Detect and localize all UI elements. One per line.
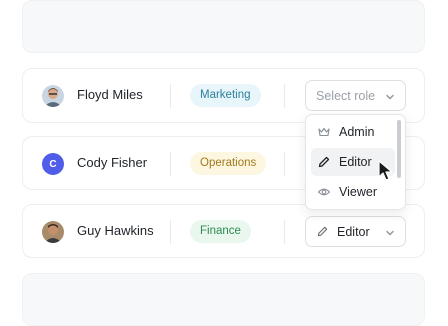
divider — [170, 220, 171, 244]
role-select[interactable]: Editor — [305, 216, 406, 247]
department-badge: Operations — [190, 152, 267, 175]
crown-icon — [317, 125, 331, 139]
avatar — [42, 221, 64, 243]
role-select[interactable]: Select role — [305, 80, 406, 111]
menu-item-label: Viewer — [339, 185, 377, 199]
divider — [170, 84, 171, 108]
avatar — [42, 85, 64, 107]
mouse-cursor-icon — [378, 160, 394, 187]
member-name: Floyd Miles — [77, 87, 143, 102]
divider — [284, 220, 285, 244]
eye-icon — [317, 185, 331, 199]
divider — [284, 84, 285, 108]
member-name: Guy Hawkins — [77, 223, 154, 238]
divider — [170, 152, 171, 176]
role-select-value: Editor — [337, 224, 370, 239]
menu-scrollbar[interactable] — [397, 120, 401, 178]
avatar: C — [42, 153, 64, 175]
divider — [284, 152, 285, 176]
chevron-down-icon — [385, 227, 395, 241]
pencil-icon — [317, 155, 331, 169]
menu-item-label: Editor — [339, 155, 372, 169]
pencil-icon — [316, 225, 329, 238]
placeholder-card-top — [22, 0, 425, 53]
menu-item-admin[interactable]: Admin — [311, 118, 395, 146]
menu-item-label: Admin — [339, 125, 375, 139]
chevron-down-icon — [385, 91, 395, 105]
member-row: Guy Hawkins Finance Editor — [22, 204, 425, 258]
placeholder-card-bottom — [22, 273, 425, 326]
department-badge: Marketing — [190, 84, 261, 107]
role-select-placeholder: Select role — [316, 88, 376, 103]
member-name: Cody Fisher — [77, 155, 148, 170]
department-badge: Finance — [190, 220, 251, 243]
